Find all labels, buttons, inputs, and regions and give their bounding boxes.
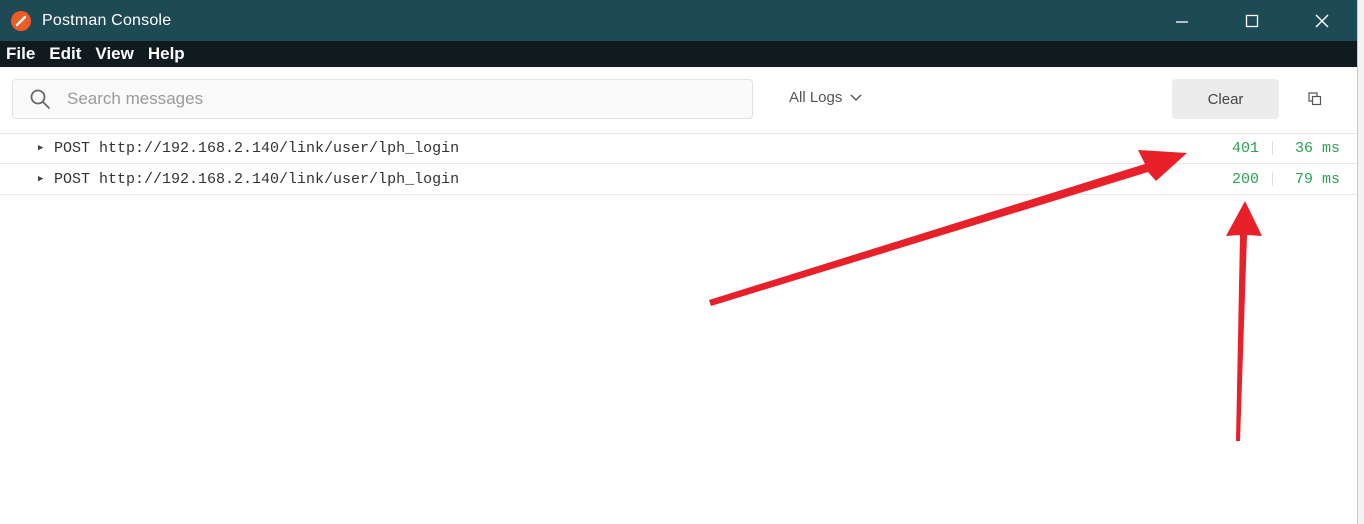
close-button[interactable] — [1287, 0, 1357, 41]
maximize-button[interactable] — [1217, 0, 1287, 41]
response-time: 36 ms — [1294, 139, 1340, 157]
menu-view[interactable]: View — [95, 44, 133, 64]
log-list: ▶ POST http://192.168.2.140/link/user/lp… — [0, 133, 1357, 195]
postman-logo-icon — [11, 10, 31, 31]
log-row[interactable]: ▶ POST http://192.168.2.140/link/user/lp… — [0, 164, 1357, 195]
maximize-icon — [1245, 14, 1259, 27]
request-url: http://192.168.2.140/link/user/lph_login — [99, 170, 460, 188]
minimize-icon — [1176, 20, 1188, 23]
status-code: 401 — [1231, 139, 1259, 157]
caret-right-icon[interactable]: ▶ — [38, 143, 52, 153]
window-title: Postman Console — [42, 11, 172, 29]
log-row[interactable]: ▶ POST http://192.168.2.140/link/user/lp… — [0, 133, 1357, 164]
request-method: POST — [54, 170, 91, 188]
caret-right-icon[interactable]: ▶ — [38, 174, 52, 184]
search-icon — [30, 89, 50, 109]
window-controls — [1147, 0, 1357, 41]
copy-icon — [1308, 92, 1322, 106]
menu-edit[interactable]: Edit — [49, 44, 81, 64]
title-bar: Postman Console — [0, 0, 1357, 41]
minimize-button[interactable] — [1147, 0, 1217, 41]
copy-button[interactable] — [1303, 87, 1327, 111]
menu-bar: File Edit View Help — [0, 41, 1357, 67]
chevron-down-icon — [850, 94, 862, 101]
divider — [1272, 172, 1273, 186]
request-method: POST — [54, 139, 91, 157]
console-toolbar: All Logs Clear — [0, 67, 1357, 134]
search-input[interactable] — [65, 88, 709, 110]
postman-console-window: Postman Console File Edit View Help Sear… — [0, 0, 1357, 524]
clear-button[interactable]: Clear — [1172, 79, 1279, 119]
window-edge — [1357, 0, 1364, 524]
divider — [1272, 141, 1273, 155]
log-level-dropdown[interactable]: All Logs — [789, 89, 862, 106]
search-box[interactable] — [12, 79, 753, 119]
menu-file[interactable]: File — [6, 44, 35, 64]
close-icon — [1315, 14, 1329, 27]
status-code: 200 — [1231, 170, 1259, 188]
log-level-label: All Logs — [789, 89, 843, 106]
request-url: http://192.168.2.140/link/user/lph_login — [99, 139, 460, 157]
menu-help[interactable]: Help — [148, 44, 185, 64]
response-time: 79 ms — [1294, 170, 1340, 188]
